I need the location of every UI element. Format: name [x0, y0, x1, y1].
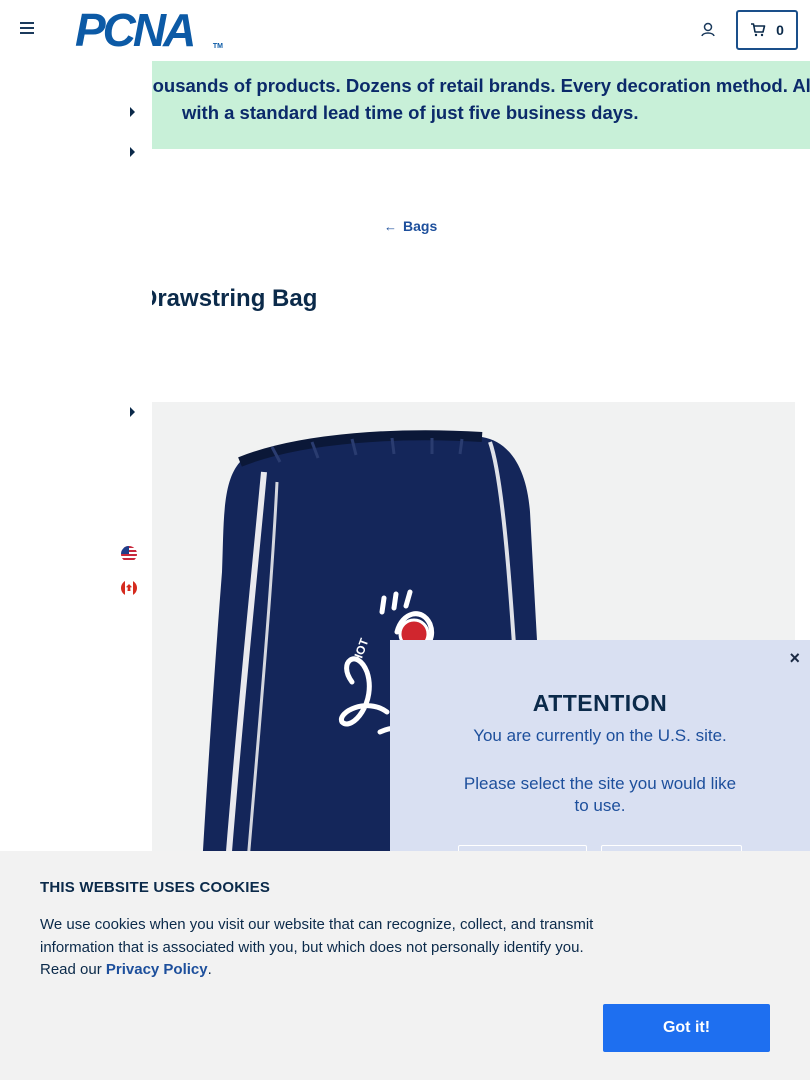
site-selection-modal: × ATTENTION You are currently on the U.S…: [390, 640, 810, 880]
account-icon[interactable]: [699, 21, 717, 39]
cookie-banner: THIS WEBSITE USES COOKIES We use cookies…: [0, 851, 810, 1080]
site-prompt-text: Please select the site you would like to…: [463, 774, 737, 815]
us-flag-icon[interactable]: [121, 546, 137, 562]
logo-text: PCNA: [75, 4, 196, 56]
accept-cookies-button[interactable]: Got it!: [603, 1004, 770, 1052]
banner-line-2: with a standard lead time of just five b…: [182, 102, 639, 123]
cart-button[interactable]: 0: [736, 10, 798, 50]
canada-flag-icon[interactable]: [121, 580, 137, 596]
cookie-text-end: .: [207, 961, 212, 978]
product-title: Drawstring Bag: [140, 285, 318, 312]
banner-line-1: Thousands of products. Dozens of retail …: [152, 75, 810, 96]
privacy-policy-link[interactable]: Privacy Policy: [106, 961, 208, 978]
rail-expand-arrow[interactable]: [130, 147, 135, 157]
menu-icon[interactable]: [20, 22, 36, 38]
pcna-logo[interactable]: PCNA TM: [75, 4, 225, 56]
current-site-text: You are currently on the U.S. site.: [473, 726, 727, 745]
rail-expand-arrow[interactable]: [130, 107, 135, 117]
cart-icon: [751, 23, 766, 37]
close-icon[interactable]: ×: [789, 648, 800, 669]
arrow-left-icon: ←: [384, 218, 397, 234]
cookie-title: THIS WEBSITE USES COOKIES: [40, 879, 271, 896]
cookie-text: We use cookies when you visit our websit…: [40, 914, 610, 982]
page: Thousands of products. Dozens of retail …: [0, 0, 810, 1080]
site-header: PCNA TM 0: [0, 0, 810, 61]
breadcrumb-back[interactable]: ← Bags: [384, 218, 437, 234]
logo-trademark: TM: [212, 43, 223, 50]
cart-count: 0: [776, 22, 784, 38]
promo-banner: Thousands of products. Dozens of retail …: [152, 61, 810, 149]
attention-heading: ATTENTION: [532, 690, 668, 716]
breadcrumb-label: Bags: [403, 218, 438, 234]
rail-expand-arrow[interactable]: [130, 407, 135, 417]
